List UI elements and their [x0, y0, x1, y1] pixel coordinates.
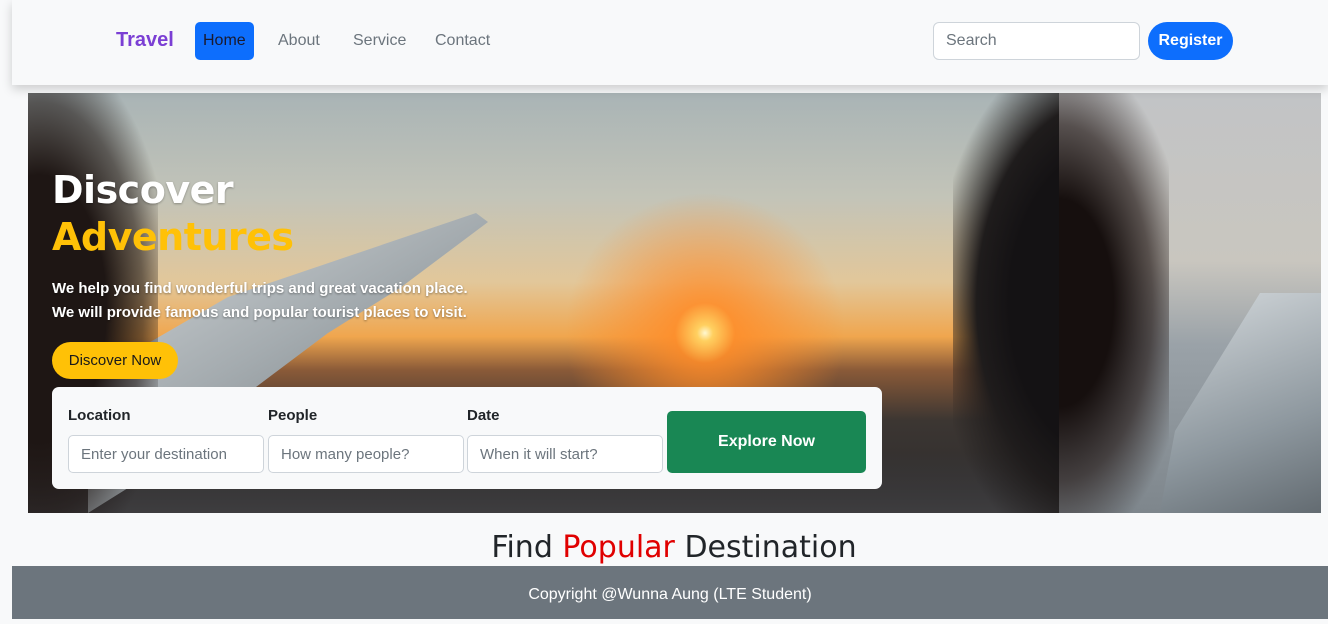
hero-text-line1: We help you find wonderful trips and gre… [52, 280, 468, 297]
register-button[interactable]: Register [1148, 22, 1233, 60]
booking-form: Location People Date Explore Now [52, 387, 882, 489]
explore-now-button[interactable]: Explore Now [667, 411, 866, 473]
location-input[interactable] [68, 435, 264, 473]
people-input[interactable] [268, 435, 464, 473]
hero-text-line2: We will provide famous and popular touri… [52, 304, 467, 321]
date-input[interactable] [467, 435, 663, 473]
search-input[interactable] [933, 22, 1140, 60]
section-title: Find Popular Destination [0, 530, 1328, 565]
nav-link-about[interactable]: About [270, 22, 328, 60]
section-title-pre: Find [491, 530, 563, 565]
navbar: Travel Home About Service Contact Regist… [12, 0, 1328, 85]
location-label: Location [68, 407, 131, 424]
date-label: Date [467, 407, 500, 424]
brand-logo[interactable]: Travel [116, 29, 174, 52]
nav-link-service[interactable]: Service [345, 22, 414, 60]
section-title-post: Destination [674, 530, 857, 565]
section-title-highlight: Popular [562, 530, 675, 565]
hero-title-line1: Discover [52, 168, 234, 212]
discover-now-button[interactable]: Discover Now [52, 342, 178, 379]
nav-link-contact[interactable]: Contact [427, 22, 498, 60]
people-label: People [268, 407, 318, 424]
hero-title-line2: Adventures [52, 215, 294, 259]
hero-side-frame [1059, 93, 1169, 513]
nav-link-home[interactable]: Home [195, 22, 254, 60]
footer: Copyright @Wunna Aung (LTE Student) [12, 566, 1328, 619]
footer-copyright: Copyright @Wunna Aung (LTE Student) [528, 586, 812, 603]
hero-banner: Discover Adventures We help you find won… [28, 93, 1321, 513]
